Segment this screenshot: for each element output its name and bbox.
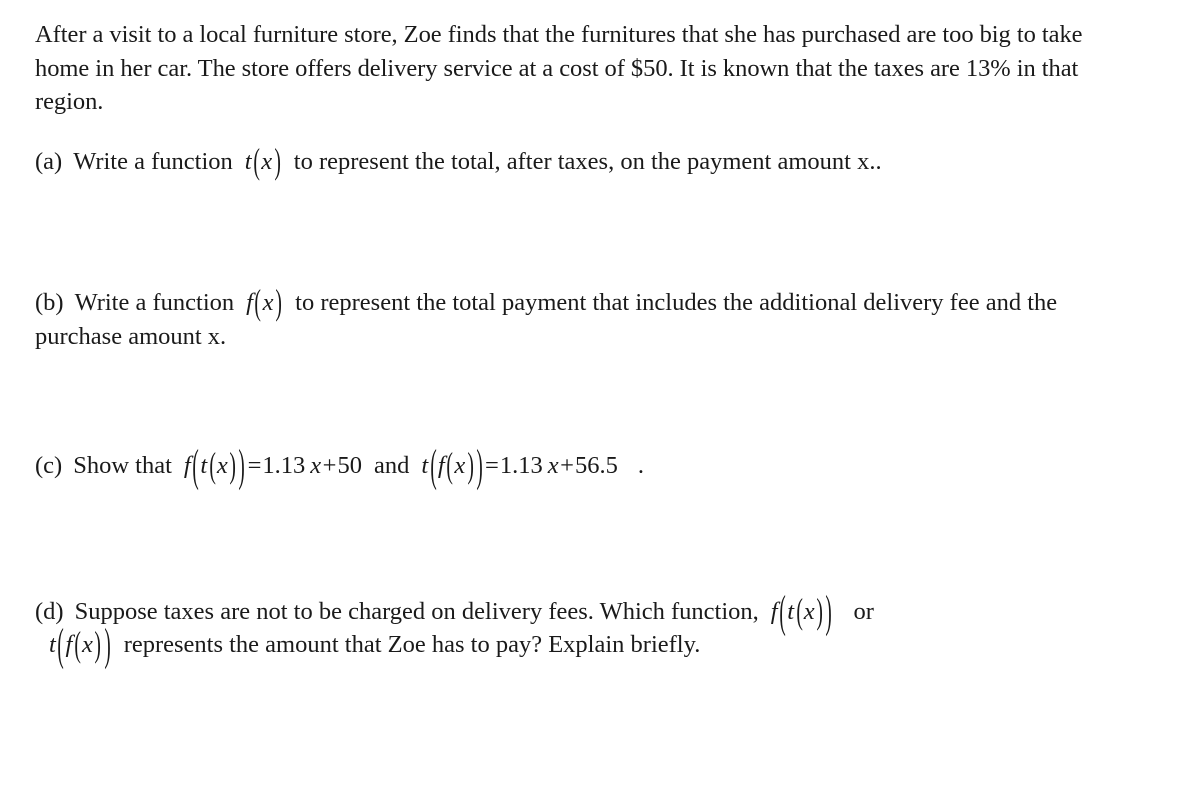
paren-close: )	[275, 283, 282, 323]
paren-outer-open: (	[192, 441, 199, 492]
math-plus: +	[560, 452, 574, 479]
answer-space-a	[35, 178, 1168, 286]
paren-open: (	[253, 141, 260, 182]
math-function-t: t	[244, 147, 252, 175]
math-outer-function-t: t	[421, 452, 429, 479]
paren-close: )	[273, 141, 281, 182]
math-variable-x: x	[454, 452, 466, 479]
math-variable-x: x	[262, 289, 274, 316]
paren-outer-close: )	[238, 441, 246, 492]
math-constant: 56.5	[574, 452, 618, 479]
paren-inner-open: (	[795, 591, 803, 632]
math-equals: =	[485, 452, 499, 479]
math-f-of-x: f(x)	[246, 283, 283, 322]
math-variable-x-term: x	[547, 452, 559, 479]
math-variable-x: x	[803, 597, 815, 625]
math-constant: 50	[337, 452, 362, 479]
math-outer-function-t: t	[49, 631, 56, 658]
paren-outer-close: )	[476, 441, 483, 492]
question-c-text-before: Show that	[73, 452, 172, 479]
math-inner-function-t: t	[787, 597, 795, 625]
question-b: (b) Write a function f(x) to represent the …	[35, 283, 1140, 353]
math-equals: =	[247, 452, 262, 479]
question-a-text-after: to represent the total, after taxes, on …	[293, 147, 882, 175]
paren-outer-open: (	[779, 586, 786, 637]
question-a-label: (a)	[35, 147, 63, 175]
math-variable-x: x	[81, 631, 93, 658]
question-a-text-before: Write a function	[73, 147, 233, 175]
math-d-t-of-f-of-x: t(f(x))	[49, 620, 112, 670]
math-inner-function-t: t	[200, 452, 208, 479]
paren-outer-open: (	[57, 620, 65, 671]
paren-outer-open: (	[430, 441, 437, 492]
intro-paragraph: After a visit to a local furniture store…	[35, 21, 1083, 115]
math-function-f: f	[246, 289, 253, 316]
answer-space-b	[35, 353, 1168, 449]
answer-space-c	[35, 483, 1168, 595]
question-a: (a) Write a function t(x) to represent the …	[35, 142, 1140, 181]
paren-inner-close: )	[229, 446, 237, 486]
paren-inner-close: )	[94, 625, 102, 665]
math-equation-t-of-f-of-x: t(f(x))=1.13 x+56.5	[421, 441, 618, 491]
question-b-label: (b)	[35, 289, 64, 316]
math-variable-x: x	[216, 452, 228, 479]
question-d-conjunction: or	[853, 597, 874, 625]
paren-inner-open: (	[209, 446, 216, 486]
question-c-conjunction: and	[373, 452, 410, 479]
math-coefficient: 1.13	[499, 452, 543, 479]
paren-inner-open: (	[446, 446, 454, 486]
paren-inner-close: )	[816, 591, 823, 632]
math-variable-x: x	[261, 147, 273, 175]
paren-outer-close: )	[825, 586, 833, 637]
math-outer-function-f: f	[770, 597, 778, 625]
question-c-trailing-period: .	[637, 452, 644, 479]
worksheet-page: After a visit to a local furniture store…	[0, 0, 1200, 808]
paren-inner-close: )	[467, 446, 474, 486]
math-inner-function-f: f	[437, 452, 445, 479]
math-coefficient: 1.13	[262, 452, 306, 479]
math-t-of-x: t(x)	[244, 142, 282, 181]
question-d: (d) Suppose taxes are not to be charged o…	[35, 587, 1140, 670]
math-outer-function-f: f	[183, 452, 191, 479]
math-equation-f-of-t-of-x: f(t(x))=1.13 x+50	[183, 441, 362, 491]
question-c-label: (c)	[35, 452, 63, 479]
paren-outer-close: )	[103, 620, 111, 671]
math-d-f-of-t-of-x: f(t(x))	[770, 587, 834, 637]
question-d-text-after: represents the amount that Zoe has to pa…	[123, 631, 701, 658]
question-c: (c) Show that f(t(x))=1.13 x+50 and t(f(x))=1…	[35, 441, 1140, 491]
question-b-text-before: Write a function	[74, 289, 235, 316]
question-d-second-line: t(f(x)) represents the amount that Zoe ha…	[35, 620, 1140, 670]
spacer-before-a	[35, 119, 1168, 145]
math-inner-function-f: f	[65, 631, 73, 658]
math-plus: +	[322, 452, 337, 479]
math-variable-x-term: x	[310, 452, 322, 479]
paren-open: (	[254, 283, 262, 323]
question-d-text-before: Suppose taxes are not to be charged on d…	[74, 597, 759, 625]
paren-inner-open: (	[74, 625, 81, 665]
